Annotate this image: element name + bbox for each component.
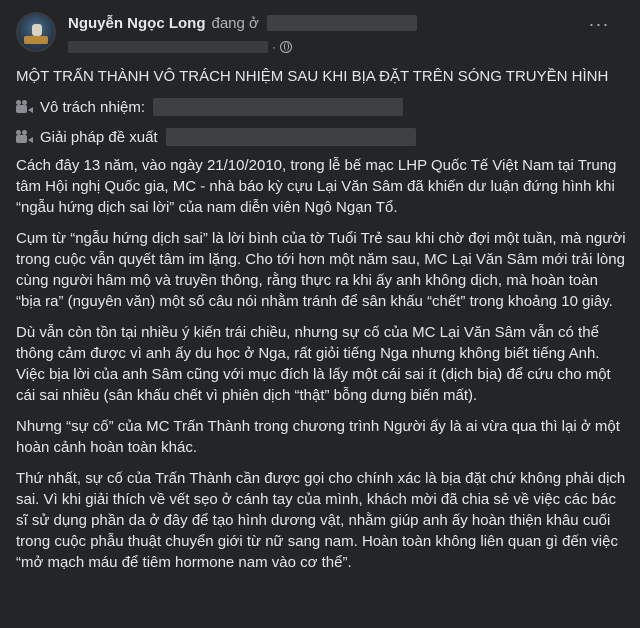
author-name[interactable]: Nguyễn Ngọc Long bbox=[68, 15, 206, 32]
post-paragraph: Cách đây 13 năm, vào ngày 21/10/2010, tr… bbox=[16, 157, 617, 216]
post-meta: · bbox=[68, 38, 292, 56]
post-content: MỘT TRẤN THÀNH VÔ TRÁCH NHIỆM SAU KHI BỊ… bbox=[16, 66, 626, 583]
location-prefix: đang ở bbox=[211, 14, 259, 32]
film-camera-icon bbox=[16, 100, 34, 114]
facebook-post: Nguyễn Ngọc Long đang ở · ··· MỘT TRẤN T… bbox=[0, 0, 640, 628]
post-header: Nguyễn Ngọc Long đang ở · ··· bbox=[16, 10, 624, 62]
redacted-location bbox=[266, 15, 417, 31]
redacted-text bbox=[165, 128, 416, 146]
post-paragraph: Thứ nhất, sự cố của Trấn Thành cần được … bbox=[16, 470, 626, 571]
more-options-button[interactable]: ··· bbox=[584, 15, 614, 36]
globe-icon[interactable] bbox=[280, 41, 292, 53]
author-avatar[interactable] bbox=[16, 12, 56, 52]
post-paragraph: Cụm từ “ngẫu hứng dịch sai” là lời bình … bbox=[16, 230, 626, 310]
author-row: Nguyễn Ngọc Long đang ở bbox=[68, 12, 417, 34]
film-camera-icon bbox=[16, 130, 34, 144]
redacted-line-irresponsible: Vô trách nhiệm: bbox=[16, 95, 626, 119]
meta-separator: · bbox=[272, 40, 276, 54]
redacted-line-solution: Giải pháp đề xuất bbox=[16, 125, 626, 149]
post-paragraph: Nhưng “sự cố” của MC Trấn Thành trong ch… bbox=[16, 418, 620, 456]
redacted-text bbox=[153, 98, 404, 116]
post-paragraph: Dù vẫn còn tồn tại nhiều ý kiến trái chi… bbox=[16, 324, 611, 404]
line-label: Vô trách nhiệm: bbox=[40, 98, 146, 116]
line-label: Giải pháp đề xuất bbox=[40, 128, 158, 146]
redacted-timestamp bbox=[68, 41, 268, 53]
post-title: MỘT TRẤN THÀNH VÔ TRÁCH NHIỆM SAU KHI BỊ… bbox=[16, 68, 609, 85]
